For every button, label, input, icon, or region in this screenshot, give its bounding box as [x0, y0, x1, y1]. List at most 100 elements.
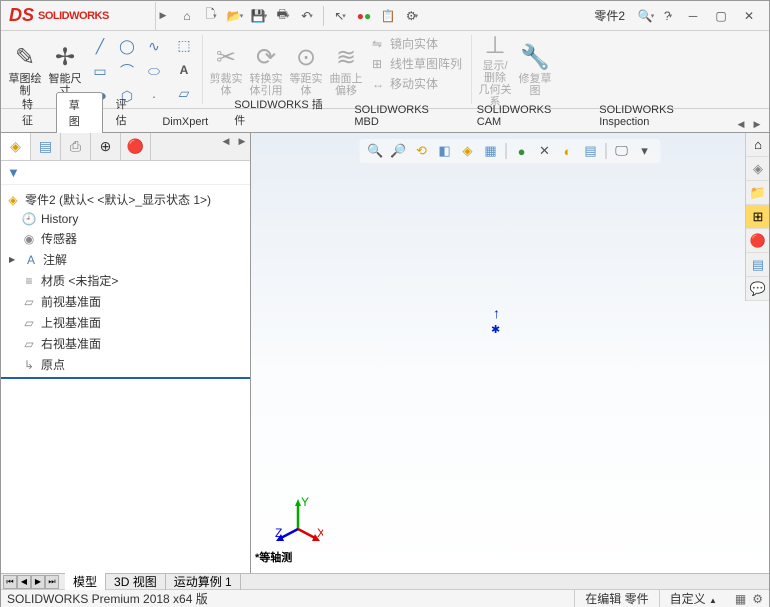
spline-tool[interactable]: ∿ [141, 34, 167, 58]
view-orient-button[interactable]: ◈ [458, 141, 478, 161]
expand-icon[interactable]: ▶ [9, 255, 19, 264]
bottom-last[interactable]: ⏭ [45, 575, 59, 589]
circle-tool[interactable]: ◯ [114, 34, 140, 58]
panel-tabs: ◈ ▤ ⎙ ⊕ 🔴 ◀ ▶ [1, 133, 250, 161]
panel-tab-property[interactable]: ▤ [31, 133, 61, 160]
status-custom[interactable]: 自定义 ▲ [659, 590, 727, 607]
tree-origin[interactable]: ↳ 原点 [1, 354, 250, 375]
panel-tab-dimxpert[interactable]: ⊕ [91, 133, 121, 160]
quick-access-toolbar: ⌂ 🗋▾ 📂▾ 💾▾ 🖶▾ ↶▾ ↖▾ ●● 📋 ⚙▾ 零件2 [170, 5, 635, 27]
tabs-scroll-right[interactable]: ▶ [749, 116, 765, 132]
move-tool[interactable]: ↔移动实体 [372, 75, 462, 92]
maximize-button[interactable]: ▢ [707, 5, 735, 27]
line-tool[interactable]: ╱ [87, 34, 113, 58]
panel-tab-config[interactable]: ⎙ [61, 133, 91, 160]
tab-sketch[interactable]: 草图 [56, 92, 103, 133]
bottom-prev[interactable]: ◀ [17, 575, 31, 589]
save-button[interactable]: 💾▾ [248, 5, 270, 27]
settings-button[interactable]: ⚙▾ [401, 5, 423, 27]
edit-appearance-button[interactable]: ✕ [535, 141, 555, 161]
bottom-tab-model[interactable]: 模型 [65, 573, 106, 590]
render-dd-button[interactable]: ▾ [635, 141, 655, 161]
hide-show-button[interactable]: ● [512, 141, 532, 161]
panel-scroll-left[interactable]: ◀ [218, 133, 234, 149]
filter-icon[interactable]: ▼ [7, 165, 20, 180]
tree-material[interactable]: ≡ 材质 <未指定> [1, 270, 250, 291]
close-button[interactable]: ✕ [735, 5, 763, 27]
apply-scene-button[interactable]: ◐ [558, 141, 578, 161]
new-button[interactable]: 🗋▾ [200, 5, 222, 27]
panel-tab-display[interactable]: 🔴 [121, 133, 151, 160]
tree-top-plane[interactable]: ▱ 上视基准面 [1, 312, 250, 333]
ellipse-tool[interactable]: ⬭ [141, 59, 167, 83]
tabs-scroll-left[interactable]: ◀ [733, 116, 749, 132]
viewport[interactable]: 🔍 🔎 ⟲ ◧ ◈ ▦ ● ✕ ◐ ▤ 🖵 ▾ ↑ ✱ Y [251, 133, 769, 573]
bottom-tab-motion1[interactable]: 运动算例 1 [166, 573, 241, 590]
taskpane-forum[interactable]: 💬 [746, 277, 769, 301]
rebuild-button[interactable]: ●● [353, 5, 375, 27]
heads-up-toolbar: 🔍 🔎 ⟲ ◧ ◈ ▦ ● ✕ ◐ ▤ 🖵 ▾ [360, 139, 661, 163]
view-triad[interactable]: Y X Z [273, 497, 323, 547]
tree-rollback-bar[interactable] [1, 377, 250, 379]
tree-history[interactable]: 🕘 History [1, 210, 250, 228]
taskpane-file-explorer[interactable]: 📁 [746, 181, 769, 205]
render-button[interactable]: 🖵 [612, 141, 632, 161]
tree-annotations[interactable]: ▶ A 注解 [1, 249, 250, 270]
status-rebuild-icon[interactable]: ⚙ [752, 592, 763, 606]
tab-evaluate[interactable]: 评估 [103, 91, 150, 132]
panel-tab-feature-tree[interactable]: ◈ [1, 133, 31, 160]
taskpane-home[interactable]: ⌂ [746, 133, 769, 157]
plane-icon: ▱ [21, 295, 37, 309]
show-delete-relations-button[interactable]: ⊥ 显示/删除 几何关系 [475, 33, 515, 106]
search-button[interactable]: 🔍▾ [635, 5, 657, 27]
select-button[interactable]: ↖▾ [329, 5, 351, 27]
menu-expand-icon[interactable]: ▶ [156, 10, 170, 21]
tab-mbd[interactable]: SOLIDWORKS MBD [341, 99, 463, 132]
tab-addins[interactable]: SOLIDWORKS 插件 [221, 91, 341, 132]
help-button[interactable]: ?▾ [657, 5, 679, 27]
mirror-tool[interactable]: ⇋镜向实体 [372, 35, 462, 52]
tab-dimxpert[interactable]: DimXpert [149, 111, 221, 132]
open-button[interactable]: 📂▾ [224, 5, 246, 27]
zoom-fit-button[interactable]: 🔍 [366, 141, 386, 161]
repair-sketch-button[interactable]: 🔧 修复草 图 [515, 33, 555, 106]
text-tool[interactable]: A [171, 58, 197, 81]
tree-root[interactable]: ◈ 零件2 (默认< <默认>_显示状态 1>) [1, 189, 250, 210]
view-settings-button[interactable]: ▤ [581, 141, 601, 161]
plane-icon: ▱ [21, 337, 37, 351]
taskpane-view-palette[interactable]: ⊞ [746, 205, 769, 229]
svg-text:Z: Z [275, 526, 282, 540]
tree-sensors[interactable]: ◉ 传感器 [1, 228, 250, 249]
section-view-button[interactable]: ◧ [435, 141, 455, 161]
fillet-tool[interactable]: ⬚ [171, 34, 197, 57]
arc-tool[interactable]: ⌒ [114, 59, 140, 83]
bottom-tab-3dview[interactable]: 3D 视图 [106, 573, 166, 590]
status-editing: 在编辑 零件 [574, 590, 658, 607]
plane-tool[interactable]: ▱ [171, 82, 197, 105]
tab-cam[interactable]: SOLIDWORKS CAM [464, 99, 586, 132]
prev-view-button[interactable]: ⟲ [412, 141, 432, 161]
panel-scroll-right[interactable]: ▶ [234, 133, 250, 149]
bottom-next[interactable]: ▶ [31, 575, 45, 589]
tree-front-plane[interactable]: ▱ 前视基准面 [1, 291, 250, 312]
taskpane-design-library[interactable]: ◈ [746, 157, 769, 181]
zoom-area-button[interactable]: 🔎 [389, 141, 409, 161]
options-list-button[interactable]: 📋 [377, 5, 399, 27]
tree-right-plane[interactable]: ▱ 右视基准面 [1, 333, 250, 354]
tab-inspection[interactable]: SOLIDWORKS Inspection [586, 99, 733, 132]
taskpane-custom-props[interactable]: ▤ [746, 253, 769, 277]
taskpane-appearances[interactable]: 🔴 [746, 229, 769, 253]
home-button[interactable]: ⌂ [176, 5, 198, 27]
print-button[interactable]: 🖶▾ [272, 5, 294, 27]
minimize-button[interactable]: ─ [679, 5, 707, 27]
feature-manager-panel: ◈ ▤ ⎙ ⊕ 🔴 ◀ ▶ ▼ ◈ 零件2 (默认< <默认>_显示状态 1>)… [1, 133, 251, 573]
tab-features[interactable]: 特征 [9, 91, 56, 132]
bottom-first[interactable]: ⏮ [3, 575, 17, 589]
status-unit-icon[interactable]: ▦ [735, 592, 746, 606]
status-version: SOLIDWORKS Premium 2018 x64 版 [7, 590, 574, 607]
linear-pattern-tool[interactable]: ⊞线性草图阵列 [372, 55, 462, 72]
display-style-button[interactable]: ▦ [481, 141, 501, 161]
origin-marker: ↑ ✱ [491, 323, 500, 336]
rect-tool[interactable]: ▭ [87, 59, 113, 83]
undo-button[interactable]: ↶▾ [296, 5, 318, 27]
